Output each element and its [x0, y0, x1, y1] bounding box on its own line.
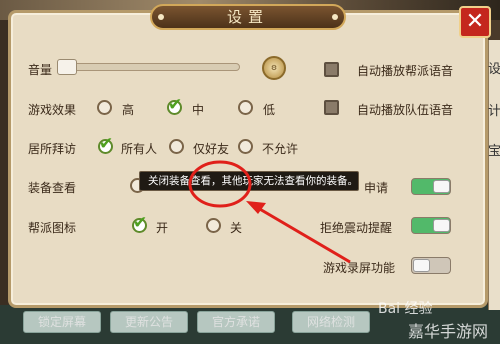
update-notice-button[interactable]: 更新公告	[110, 311, 188, 333]
lock-screen-button[interactable]: 锁定屏幕	[23, 311, 101, 333]
annotation-circle	[188, 160, 252, 208]
annotation-overlay	[188, 160, 351, 264]
official-promise-button[interactable]: 官方承诺	[197, 311, 275, 333]
site-watermark: 嘉华手游网	[408, 322, 489, 341]
baidu-watermark: Bai 经验	[378, 301, 433, 317]
annotation-arrow-line	[257, 206, 351, 264]
network-check-button[interactable]: 网络检测	[292, 311, 370, 333]
